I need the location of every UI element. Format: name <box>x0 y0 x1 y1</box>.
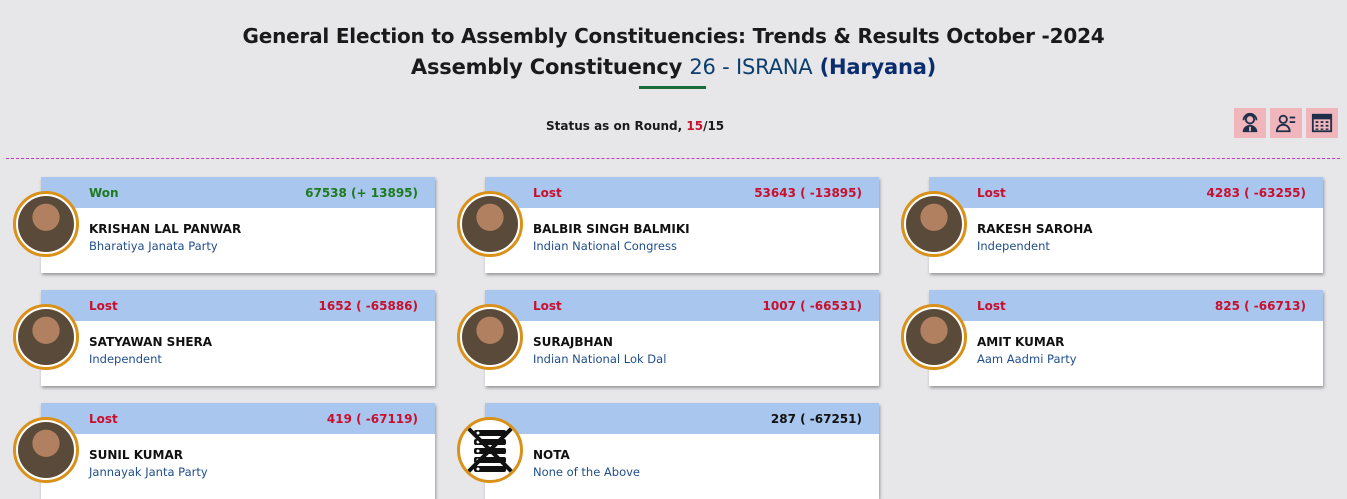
candidate-card[interactable]: Lost 419 ( -67119) SUNIL KUMAR Jannayak J… <box>41 403 435 499</box>
candidate-name: SATYAWAN SHERA <box>89 335 213 349</box>
candidate-votes: 4283 ( -63255) <box>1206 186 1306 200</box>
constituency-title: Assembly Constituency 26 - ISRANA (Harya… <box>0 55 1347 79</box>
user-list-icon <box>1275 114 1296 133</box>
candidate-status: Lost <box>977 186 1006 200</box>
candidate-party: Indian National Congress <box>533 239 677 253</box>
candidate-party: None of the Above <box>533 465 641 479</box>
candidate-photo <box>13 304 79 370</box>
candidate-status: Lost <box>89 412 118 426</box>
candidate-votes: 287 ( -67251) <box>770 412 862 426</box>
candidate-card[interactable]: Lost 4283 ( -63255) RAKESH SAROHA Indepen… <box>929 177 1323 273</box>
candidate-photo <box>13 417 79 483</box>
candidate-card[interactable]: Lost 1007 ( -66531) SURAJBHAN Indian Nati… <box>485 290 879 386</box>
candidate-status: Lost <box>533 186 562 200</box>
candidate-photo <box>901 304 967 370</box>
candidate-votes: 53643 ( -13895) <box>754 186 862 200</box>
candidate-status: Won <box>89 186 119 200</box>
candidate-status: Lost <box>977 299 1006 313</box>
candidate-name: SURAJBHAN <box>533 335 613 349</box>
candidate-votes: 419 ( -67119) <box>326 412 418 426</box>
candidate-party: Bharatiya Janata Party <box>89 239 218 253</box>
candidate-party: Indian National Lok Dal <box>533 352 667 366</box>
candidate-party: Independent <box>89 352 162 366</box>
candidate-card[interactable]: Lost 53643 ( -13895) BALBIR SINGH BALMIKI… <box>485 177 879 273</box>
calculator-button[interactable] <box>1306 108 1338 138</box>
candidate-photo <box>457 191 523 257</box>
candidate-name: SUNIL KUMAR <box>89 448 184 462</box>
candidate-party: Aam Aadmi Party <box>977 352 1077 366</box>
state-name: (Haryana) <box>819 55 937 79</box>
constituency-name: 26 - ISRANA <box>689 55 813 79</box>
candidate-photo <box>13 191 79 257</box>
nota-icon <box>457 417 523 483</box>
candidate-photo <box>901 191 967 257</box>
candidate-party: Jannayak Janta Party <box>89 465 208 479</box>
title-underline <box>639 86 706 89</box>
candidate-status: Lost <box>89 299 118 313</box>
candidate-card[interactable]: 287 ( -67251) NOTA None of the Above <box>485 403 879 499</box>
page-title: General Election to Assembly Constituenc… <box>242 24 1105 48</box>
candidate-votes: 1007 ( -66531) <box>762 299 862 313</box>
candidate-name: AMIT KUMAR <box>977 335 1065 349</box>
candidate-photo <box>457 304 523 370</box>
candidate-votes: 1652 ( -65886) <box>318 299 418 313</box>
user-support-button[interactable] <box>1234 108 1266 138</box>
candidate-card[interactable]: Lost 1652 ( -65886) SATYAWAN SHERA Indepe… <box>41 290 435 386</box>
candidate-name: KRISHAN LAL PANWAR <box>89 222 242 236</box>
candidate-card[interactable]: Lost 825 ( -66713) AMIT KUMAR Aam Aadmi P… <box>929 290 1323 386</box>
round-status-label: Status as on Round, <box>546 119 683 133</box>
candidate-name: BALBIR SINGH BALMIKI <box>533 222 690 236</box>
candidate-votes: 67538 (+ 13895) <box>305 186 418 200</box>
candidate-card[interactable]: Won 67538 (+ 13895) KRISHAN LAL PANWAR Bh… <box>41 177 435 273</box>
round-status: Status as on Round, 15/15 <box>546 119 724 133</box>
candidate-name: NOTA <box>533 448 570 462</box>
candidate-status: Lost <box>533 299 562 313</box>
round-total: /15 <box>703 119 725 133</box>
calculator-icon <box>1311 113 1333 133</box>
constituency-prefix: Assembly Constituency <box>410 55 683 79</box>
user-support-icon <box>1242 112 1258 133</box>
candidate-party: Independent <box>977 239 1050 253</box>
candidate-votes: 825 ( -66713) <box>1214 299 1306 313</box>
section-divider <box>6 158 1340 159</box>
candidate-name: RAKESH SAROHA <box>977 222 1093 236</box>
round-current: 15 <box>686 119 704 133</box>
user-list-button[interactable] <box>1270 108 1302 138</box>
